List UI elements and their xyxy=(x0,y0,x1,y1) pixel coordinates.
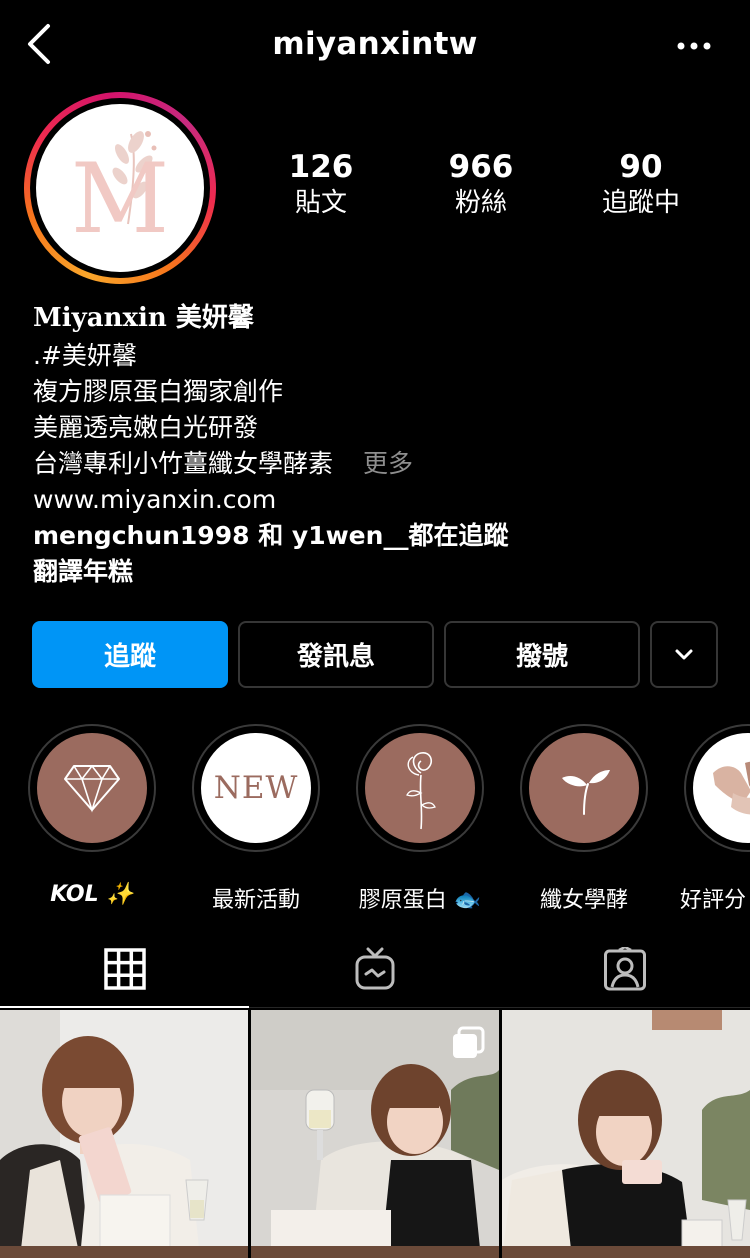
profile-bio: Miyanxin 美妍馨 .#美妍馨 複方膠原蛋白獨家創作 美麗透亮嫩白光研發 … xyxy=(33,298,723,590)
post-thumbnail[interactable] xyxy=(502,1010,750,1258)
highlight-label: 纖女學酵 xyxy=(539,888,628,913)
bio-line: .#美妍馨 xyxy=(33,341,137,370)
ellipsis-icon[interactable] xyxy=(676,36,712,56)
avatar: M xyxy=(36,104,204,272)
rose-icon xyxy=(406,752,436,830)
active-tab-indicator xyxy=(0,1006,249,1008)
new-badge-text: NEW xyxy=(213,770,299,806)
highlight-enzyme[interactable]: 纖女學酵 xyxy=(520,724,648,913)
avatar-story-ring[interactable]: M xyxy=(24,92,216,284)
post-photo xyxy=(502,1010,750,1258)
highlight-label: KOL ✨ xyxy=(50,882,134,907)
profile-display-name: Miyanxin 美妍馨 xyxy=(33,303,254,333)
stat-label: 粉絲 xyxy=(454,188,507,218)
highlight-kol[interactable]: KOL ✨ xyxy=(28,724,156,907)
call-button[interactable]: 撥號 xyxy=(444,621,640,688)
highlight-reviews[interactable]: 好評分 xyxy=(680,724,750,913)
highlight-label: 膠原蛋白 🐟 xyxy=(358,888,482,913)
post-photo xyxy=(0,1010,248,1258)
avatar-monogram: M xyxy=(71,143,169,255)
bio-line: 複方膠原蛋白獨家創作 xyxy=(33,377,284,406)
follow-button[interactable]: 追蹤 xyxy=(32,621,228,688)
stat-posts[interactable]: 126 貼文 xyxy=(251,148,391,220)
website-link[interactable]: www.miyanxin.com xyxy=(33,482,723,518)
chevron-down-icon xyxy=(675,649,693,659)
stat-following[interactable]: 90 追蹤中 xyxy=(571,148,711,220)
profile-tabs xyxy=(0,930,750,1008)
tab-posts-grid[interactable] xyxy=(0,930,250,1008)
highlight-collagen[interactable]: 膠原蛋白 🐟 xyxy=(356,724,484,913)
post-thumbnail[interactable] xyxy=(0,1010,248,1258)
bio-line: 美麗透亮嫩白光研發 xyxy=(33,413,259,442)
diamond-icon xyxy=(64,764,120,813)
stat-label: 追蹤中 xyxy=(601,188,680,218)
suggestions-dropdown-button[interactable] xyxy=(650,621,718,688)
sprout-icon xyxy=(562,770,610,815)
stat-number: 966 xyxy=(448,149,514,185)
carousel-icon xyxy=(453,1026,485,1058)
stat-number: 90 xyxy=(619,149,663,185)
tab-igtv[interactable] xyxy=(250,930,500,1008)
highlight-new[interactable]: NEW 最新活動 xyxy=(192,724,320,913)
tagged-icon xyxy=(604,947,646,991)
stat-number: 126 xyxy=(288,149,354,185)
stat-followers[interactable]: 966 粉絲 xyxy=(411,148,551,220)
post-thumbnail[interactable] xyxy=(251,1010,499,1258)
igtv-icon xyxy=(355,947,395,990)
bio-line: 台灣專利小竹薑纖女學酵素 xyxy=(33,449,334,478)
top-bar: miyanxintw xyxy=(0,0,750,90)
highlight-label: 最新活動 xyxy=(211,888,300,913)
stat-label: 貼文 xyxy=(294,188,347,218)
grid-icon xyxy=(104,948,146,990)
message-button[interactable]: 發訊息 xyxy=(238,621,434,688)
followed-by-text[interactable]: mengchun1998 和 y1wen__都在追蹤 xyxy=(33,518,723,554)
profile-username: miyanxintw xyxy=(272,26,478,62)
bio-more-link[interactable]: 更多 xyxy=(363,449,413,478)
highlight-label: 好評分 xyxy=(680,888,747,913)
tab-tagged[interactable] xyxy=(500,930,750,1008)
translate-link[interactable]: 翻譯年糕 xyxy=(33,554,723,590)
hands-icon xyxy=(713,761,750,815)
